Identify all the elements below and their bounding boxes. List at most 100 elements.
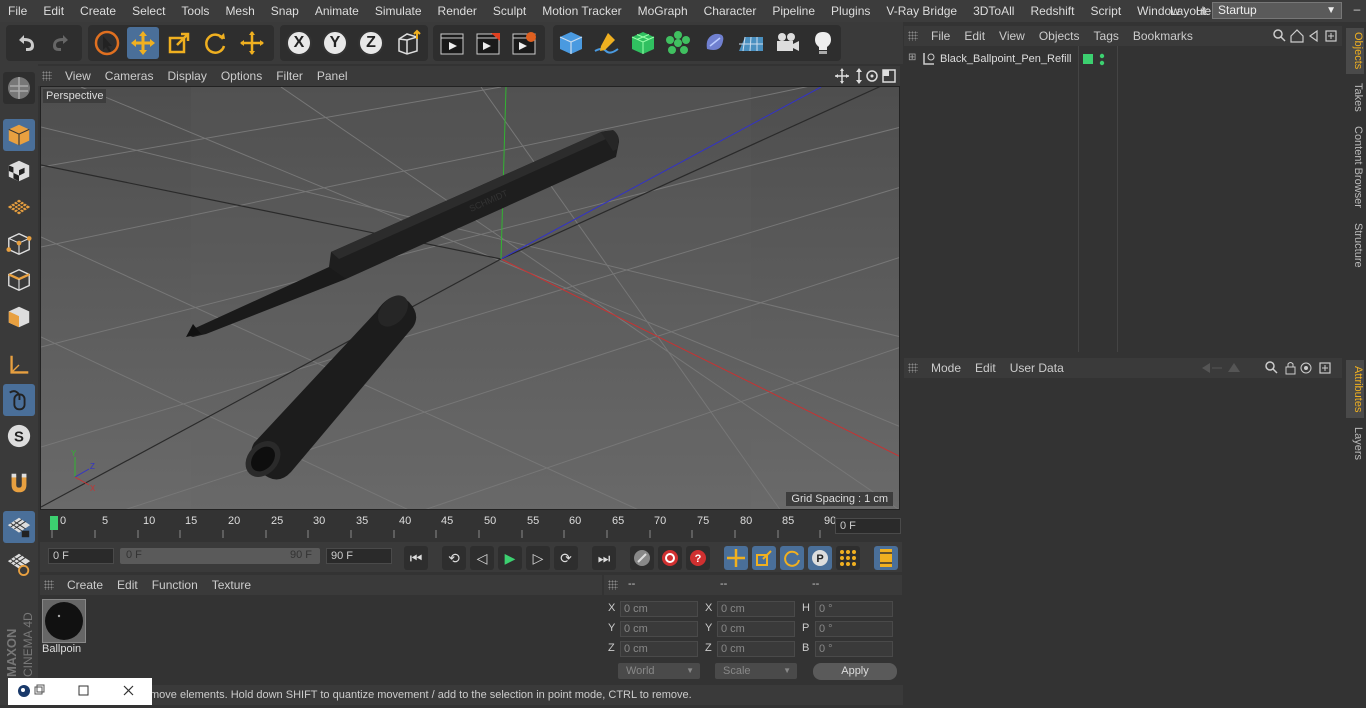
camera-icon[interactable] <box>771 27 803 59</box>
menu-edit[interactable]: Edit <box>35 4 72 18</box>
solo-mode-icon[interactable]: S <box>3 420 35 452</box>
position-x-field[interactable]: 0 cm <box>620 601 698 617</box>
panel-grip-icon[interactable] <box>44 580 54 590</box>
render-settings-icon[interactable] <box>508 27 540 59</box>
size-z-field[interactable]: 0 cm <box>717 641 795 657</box>
cube-object-icon[interactable] <box>555 27 587 59</box>
rotation-b-field[interactable]: 0 ° <box>815 641 893 657</box>
floor-icon[interactable] <box>735 27 767 59</box>
position-y-field[interactable]: 0 cm <box>620 621 698 637</box>
viewport-menu-panel[interactable]: Panel <box>310 69 355 83</box>
model-mode-icon[interactable] <box>3 119 35 151</box>
next-frame-icon[interactable]: ▷ <box>526 546 550 570</box>
render-view-icon[interactable] <box>436 27 468 59</box>
attribute-menu-user-data[interactable]: User Data <box>1003 361 1071 375</box>
material-name-label[interactable]: Ballpoin <box>42 643 81 655</box>
menu-animate[interactable]: Animate <box>307 4 367 18</box>
current-frame-field[interactable]: 0 F <box>835 518 901 534</box>
axis-mode-icon[interactable] <box>3 349 35 381</box>
viewport-menu-cameras[interactable]: Cameras <box>98 69 161 83</box>
material-menu-create[interactable]: Create <box>60 578 110 592</box>
go-to-end-icon[interactable]: ⏭ <box>592 546 616 570</box>
tab-takes[interactable]: Takes <box>1346 78 1364 116</box>
scale-tool-icon[interactable] <box>163 27 195 59</box>
start-frame-field[interactable]: 0 F <box>48 548 114 564</box>
size-y-field[interactable]: 0 cm <box>717 621 795 637</box>
object-menu-objects[interactable]: Objects <box>1032 29 1087 43</box>
object-row[interactable]: ⊞ Black_Ballpoint_Pen_Refill <box>904 51 1342 69</box>
autokeying-icon[interactable]: ? <box>686 546 710 570</box>
panel-grip-icon[interactable] <box>908 31 918 41</box>
material-menu-edit[interactable]: Edit <box>110 578 145 592</box>
material-menu-texture[interactable]: Texture <box>205 578 258 592</box>
window-minimize-icon[interactable]: – <box>1349 2 1365 18</box>
tab-objects[interactable]: Objects <box>1346 28 1364 74</box>
rotation-h-field[interactable]: 0 ° <box>815 601 893 617</box>
menu-script[interactable]: Script <box>1082 4 1129 18</box>
go-to-start-icon[interactable]: ⏮ <box>404 546 428 570</box>
menu-3dtoall[interactable]: 3DToAll <box>965 4 1022 18</box>
timeline-ruler[interactable]: 0 5 10 15 20 25 30 35 40 45 50 55 60 65 … <box>40 512 902 542</box>
expand-icon[interactable]: ⊞ <box>908 52 916 63</box>
material-menu-function[interactable]: Function <box>145 578 205 592</box>
pen-spline-icon[interactable] <box>590 27 622 59</box>
record-rotation-icon[interactable] <box>780 546 804 570</box>
panel-grip-icon[interactable] <box>908 363 918 373</box>
record-active-objects-icon[interactable] <box>658 546 682 570</box>
previous-frame-icon[interactable]: ◁ <box>470 546 494 570</box>
workplane-lock-icon[interactable] <box>3 511 35 543</box>
menu-snap[interactable]: Snap <box>263 4 307 18</box>
menu-select[interactable]: Select <box>124 4 173 18</box>
menu-simulate[interactable]: Simulate <box>367 4 430 18</box>
menu-vray-bridge[interactable]: V-Ray Bridge <box>878 4 965 18</box>
size-x-field[interactable]: 0 cm <box>717 601 795 617</box>
rotation-p-field[interactable]: 0 ° <box>815 621 893 637</box>
motion-record-icon[interactable] <box>630 546 654 570</box>
snapping-icon[interactable] <box>3 467 35 499</box>
range-slider[interactable]: 0 F 90 F <box>120 548 320 564</box>
next-key-icon[interactable]: ⟳ <box>554 546 578 570</box>
panel-grip-icon[interactable] <box>608 580 618 590</box>
frame-ruler[interactable]: 0 5 10 15 20 25 30 35 40 45 50 55 60 65 … <box>50 512 840 542</box>
coordinate-mode-dropdown[interactable]: World ▼ <box>618 663 700 679</box>
menu-motion-tracker[interactable]: Motion Tracker <box>534 4 629 18</box>
visibility-dots-icon[interactable] <box>1098 53 1106 70</box>
record-point-level-icon[interactable] <box>836 546 860 570</box>
texture-mode-icon[interactable] <box>3 155 35 187</box>
move-tool-icon[interactable] <box>127 27 159 59</box>
cloner-icon[interactable] <box>662 27 694 59</box>
play-icon[interactable]: ▶ <box>498 546 522 570</box>
transform-tool-icon[interactable] <box>236 27 268 59</box>
menu-tools[interactable]: Tools <box>173 4 217 18</box>
menu-file[interactable]: File <box>0 4 35 18</box>
menu-redshift[interactable]: Redshift <box>1022 4 1082 18</box>
coordinate-system-icon[interactable] <box>393 27 425 59</box>
material-thumbnail[interactable] <box>42 599 86 643</box>
timeline-window-icon[interactable] <box>874 546 898 570</box>
z-axis-lock-button[interactable]: Z <box>355 27 387 59</box>
menu-mograph[interactable]: MoGraph <box>630 4 696 18</box>
record-scale-icon[interactable] <box>752 546 776 570</box>
size-mode-dropdown[interactable]: Scale ▼ <box>715 663 797 679</box>
end-frame-field[interactable]: 90 F <box>326 548 392 564</box>
workplane-mode-icon[interactable] <box>3 191 35 223</box>
menu-create[interactable]: Create <box>72 4 124 18</box>
viewport-menu-display[interactable]: Display <box>160 69 213 83</box>
viewport-menu-filter[interactable]: Filter <box>269 69 310 83</box>
menu-plugins[interactable]: Plugins <box>823 4 878 18</box>
edges-mode-icon[interactable] <box>3 264 35 296</box>
polygons-mode-icon[interactable] <box>3 301 35 333</box>
record-parameter-icon[interactable]: P <box>808 546 832 570</box>
viewport-menu-options[interactable]: Options <box>214 69 269 83</box>
attribute-menu-mode[interactable]: Mode <box>924 361 968 375</box>
redo-icon[interactable] <box>45 27 77 59</box>
panel-grip-icon[interactable] <box>42 71 52 81</box>
object-menu-bookmarks[interactable]: Bookmarks <box>1126 29 1200 43</box>
menu-sculpt[interactable]: Sculpt <box>485 4 534 18</box>
rotate-tool-icon[interactable] <box>199 27 231 59</box>
layer-color-icon[interactable] <box>1083 54 1093 64</box>
viewport-perspective[interactable]: SCHMIDT Y Z X Perspective Grid Spacing :… <box>40 86 900 510</box>
x-axis-lock-button[interactable]: X <box>283 27 315 59</box>
menu-pipeline[interactable]: Pipeline <box>764 4 823 18</box>
camera-label[interactable]: Perspective <box>43 89 107 103</box>
